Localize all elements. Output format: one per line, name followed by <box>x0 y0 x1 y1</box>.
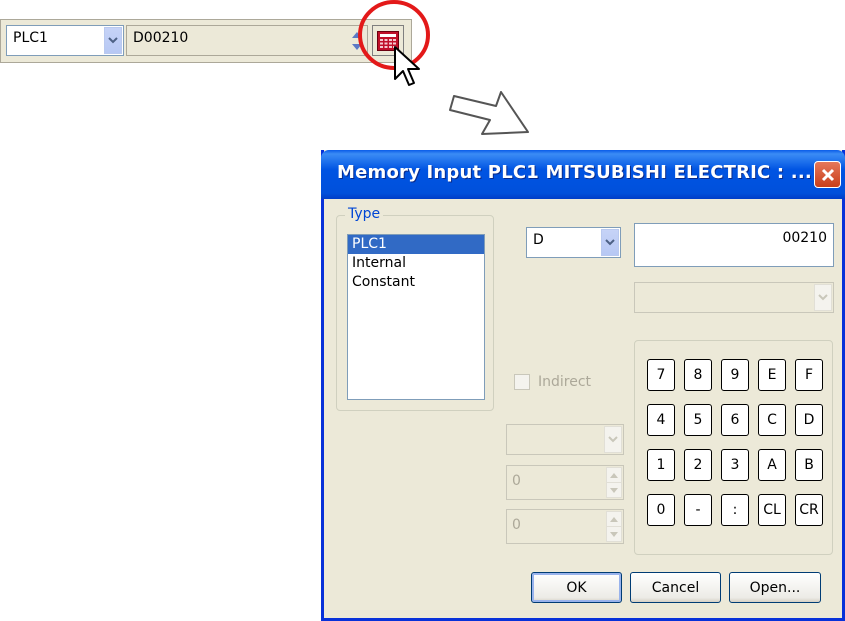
device-type-value: D <box>533 232 544 248</box>
cursor-icon <box>394 46 420 86</box>
keypad-key[interactable]: F <box>795 359 823 391</box>
spin-field-1[interactable]: 0 <box>506 465 624 500</box>
close-icon[interactable] <box>814 161 841 188</box>
chevron-down-icon[interactable] <box>601 229 619 256</box>
keypad-key[interactable]: 0 <box>647 494 675 526</box>
keypad-key[interactable]: E <box>758 359 786 391</box>
cancel-button[interactable]: Cancel <box>630 572 721 603</box>
spin-up-icon <box>606 511 622 527</box>
chevron-down-icon[interactable] <box>104 27 122 54</box>
keypad: 7 8 9 E F 4 5 6 C D 1 2 3 A B 0-: CL CR <box>647 359 827 539</box>
indirect-checkbox[interactable] <box>514 374 530 390</box>
keypad-key[interactable]: 1 <box>647 449 675 481</box>
keypad-key[interactable]: - <box>684 494 712 526</box>
ok-button-label: OK <box>566 579 587 596</box>
keypad-key[interactable]: B <box>795 449 823 481</box>
spin-up-icon <box>606 467 622 483</box>
sub-address-select[interactable] <box>634 282 834 313</box>
keypad-key[interactable]: CR <box>795 494 823 526</box>
keypad-key[interactable]: C <box>758 404 786 436</box>
spin-field-1-value: 0 <box>512 473 521 489</box>
keypad-key[interactable]: 3 <box>721 449 749 481</box>
indirect-label: Indirect <box>538 374 592 390</box>
device-select-value: PLC1 <box>13 30 48 46</box>
keypad-key[interactable]: : <box>721 494 749 526</box>
spin-down-icon <box>606 482 622 498</box>
keypad-key[interactable]: 5 <box>684 404 712 436</box>
keypad-key[interactable]: CL <box>758 494 786 526</box>
address-input[interactable]: 00210 <box>634 223 834 267</box>
keypad-key[interactable]: A <box>758 449 786 481</box>
type-legend: Type <box>345 206 384 222</box>
address-field[interactable]: D00210 <box>126 25 368 56</box>
device-select[interactable]: PLC1 <box>6 25 124 56</box>
spin-field-2[interactable]: 0 <box>506 509 624 544</box>
keypad-key[interactable]: 4 <box>647 404 675 436</box>
chevron-down-icon <box>814 284 832 311</box>
open-button-label: Open... <box>749 579 801 596</box>
spin-down-icon <box>606 526 622 542</box>
open-button[interactable]: Open... <box>729 572 821 603</box>
keypad-key[interactable]: 7 <box>647 359 675 391</box>
chevron-down-icon <box>604 426 622 453</box>
arrow-icon <box>449 91 529 135</box>
ok-button[interactable]: OK <box>531 572 622 603</box>
cancel-button-label: Cancel <box>651 579 700 596</box>
indirect-device-select[interactable] <box>506 424 624 455</box>
dialog-titlebar[interactable]: Memory Input PLC1 MITSUBISHI ELECTRIC : … <box>321 150 845 199</box>
dialog-title: Memory Input PLC1 MITSUBISHI ELECTRIC : … <box>337 162 812 183</box>
address-field-value: D00210 <box>133 30 189 46</box>
type-list-item[interactable]: Internal <box>348 254 484 273</box>
device-type-select[interactable]: D <box>526 227 621 258</box>
address-input-value: 00210 <box>782 230 827 246</box>
spin-field-2-value: 0 <box>512 517 521 533</box>
keypad-key[interactable]: 8 <box>684 359 712 391</box>
keypad-key[interactable]: 2 <box>684 449 712 481</box>
keypad-key[interactable]: 9 <box>721 359 749 391</box>
type-listbox[interactable]: PLC1 Internal Constant <box>347 234 485 400</box>
type-list-item[interactable]: PLC1 <box>348 235 484 254</box>
keypad-key[interactable]: 6 <box>721 404 749 436</box>
keypad-key[interactable]: D <box>795 404 823 436</box>
type-list-item[interactable]: Constant <box>348 273 484 292</box>
